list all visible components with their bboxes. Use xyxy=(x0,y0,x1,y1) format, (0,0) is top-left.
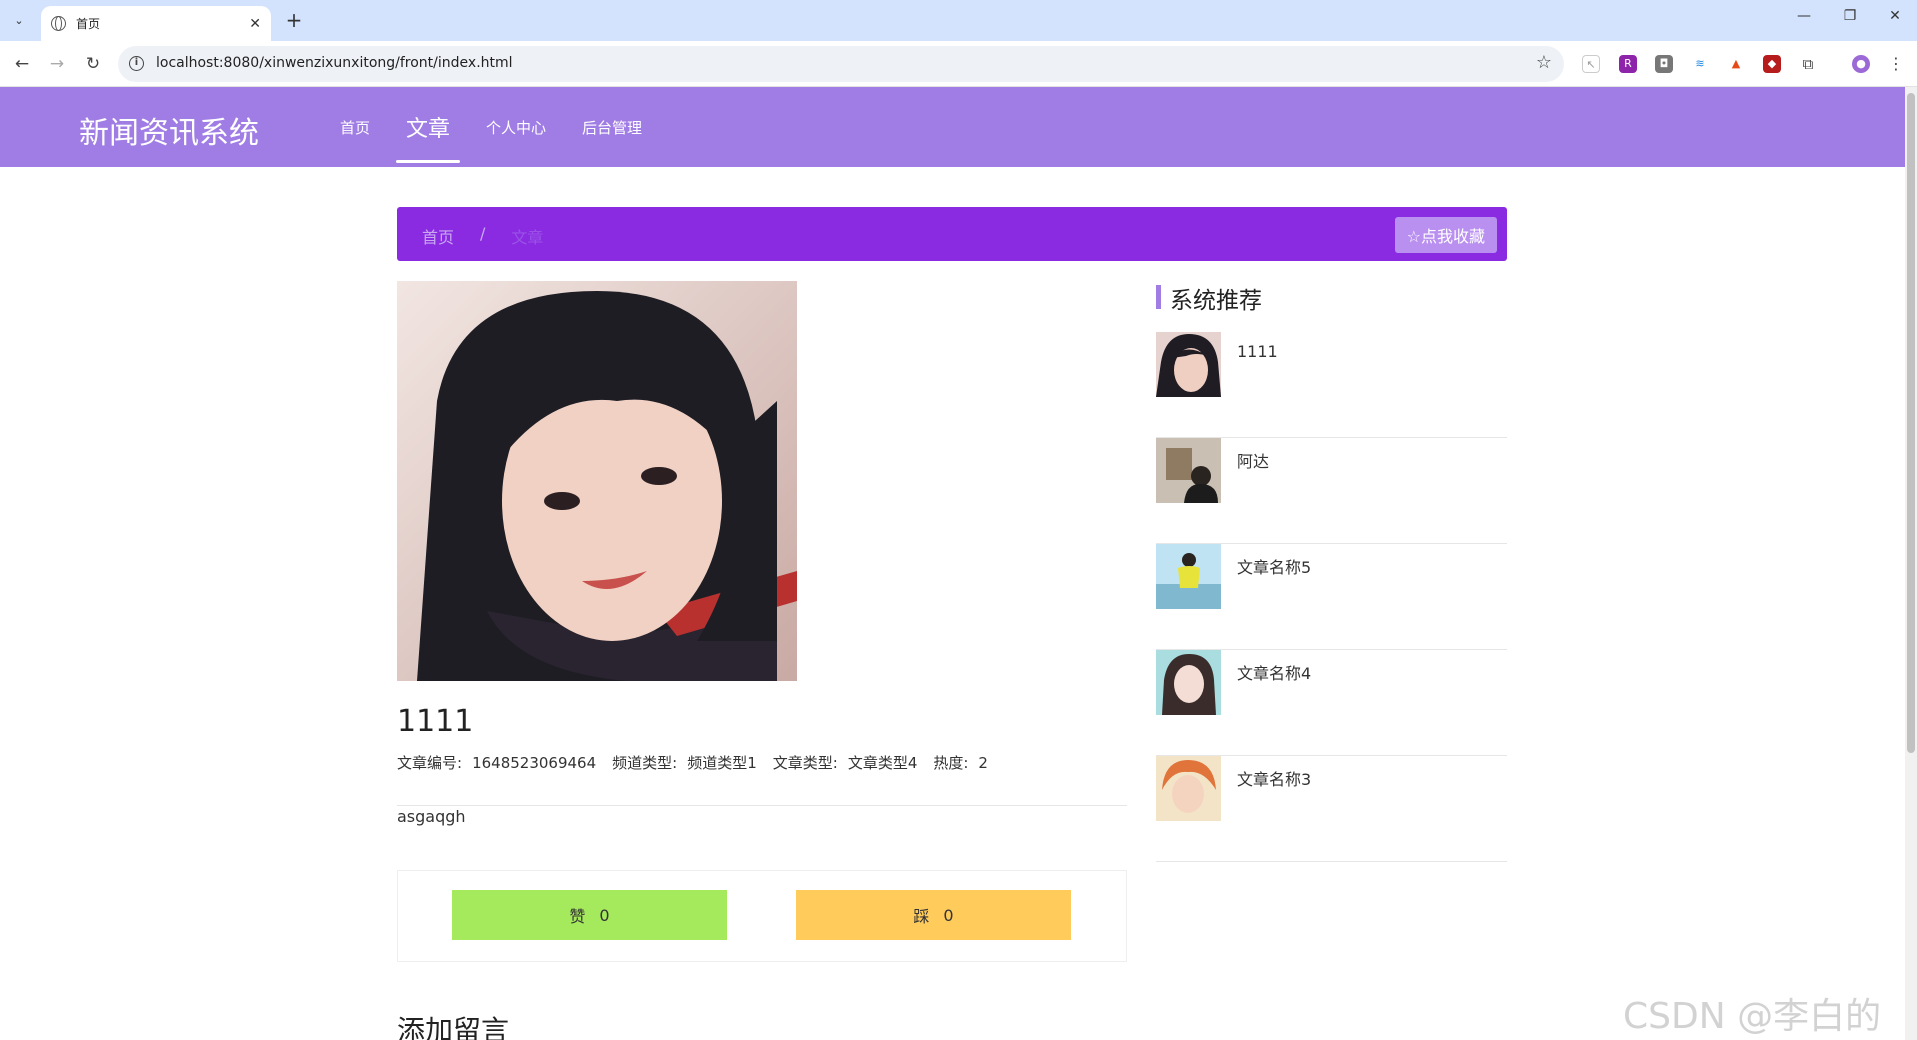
site-header: 新闻资讯系统 首页 文章 个人中心 后台管理 xyxy=(0,87,1905,167)
recommend-item[interactable]: 文章名称3 xyxy=(1156,756,1507,862)
nav-personal-center[interactable]: 个人中心 xyxy=(468,87,564,167)
article-title: 1111 xyxy=(397,704,474,739)
recommend-label[interactable]: 文章名称4 xyxy=(1237,660,1311,684)
page-scrollbar[interactable] xyxy=(1905,87,1917,1040)
extension-triangle-icon[interactable]: ▲ xyxy=(1727,55,1745,73)
breadcrumb-current: 文章 xyxy=(511,228,544,247)
dislike-label: 踩 xyxy=(913,907,930,926)
meta-value: 2 xyxy=(978,754,988,772)
meta-value: 1648523069464 xyxy=(472,754,597,772)
extensions-puzzle-icon[interactable]: ⧉ xyxy=(1799,55,1817,73)
article-content: asgaqgh xyxy=(397,807,466,826)
add-comment-heading: 添加留言 xyxy=(397,1014,510,1040)
recommend-label[interactable]: 阿达 xyxy=(1237,448,1269,472)
meta-popularity: 热度: 2 xyxy=(933,752,988,773)
site-nav: 首页 文章 个人中心 后台管理 xyxy=(322,87,660,167)
breadcrumb-bar: 首页 / 文章 ☆点我收藏 xyxy=(397,207,1507,261)
breadcrumb-separator: / xyxy=(480,224,486,243)
recommend-thumbnail[interactable] xyxy=(1156,332,1221,397)
breadcrumb: 首页 / 文章 xyxy=(422,224,543,248)
browser-tab-bar: ⌄ 首页 ✕ + — ❐ ✕ xyxy=(0,0,1917,41)
recommend-list: 1111 阿达 文章名称5 文章名称4 文章名称3 xyxy=(1156,332,1507,862)
dislike-count: 0 xyxy=(943,905,954,925)
recommend-title: 系统推荐 xyxy=(1156,281,1262,315)
reload-button[interactable]: ↻ xyxy=(81,52,105,76)
meta-label: 文章类型: xyxy=(772,754,838,772)
meta-channel-type: 频道类型: 频道类型1 xyxy=(612,752,757,773)
meta-label: 热度: xyxy=(933,754,969,772)
scrollbar-thumb[interactable] xyxy=(1907,93,1915,753)
meta-label: 频道类型: xyxy=(612,754,678,772)
url-text[interactable]: localhost:8080/xinwenzixunxitong/front/i… xyxy=(156,55,513,71)
recommend-thumbnail[interactable] xyxy=(1156,438,1221,503)
extension-cursor-icon[interactable]: ↖ xyxy=(1582,55,1600,73)
meta-label: 文章编号: xyxy=(397,754,463,772)
meta-value: 频道类型1 xyxy=(687,754,757,772)
vote-box: 赞 0 踩 0 xyxy=(397,870,1127,962)
recommend-label[interactable]: 文章名称3 xyxy=(1237,766,1311,790)
site-title: 新闻资讯系统 xyxy=(79,116,259,151)
favorite-button[interactable]: ☆点我收藏 xyxy=(1394,217,1497,253)
recommend-item[interactable]: 阿达 xyxy=(1156,438,1507,544)
extension-shield-icon[interactable]: ◆ xyxy=(1763,55,1781,73)
extension-rp-icon[interactable]: R xyxy=(1619,55,1637,73)
watermark: CSDN @李白的粉 xyxy=(1623,996,1882,1037)
nav-admin[interactable]: 后台管理 xyxy=(564,87,660,167)
minimize-button[interactable]: — xyxy=(1782,8,1826,24)
extension-incognito-icon[interactable]: ◘ xyxy=(1655,55,1673,73)
back-button[interactable]: ← xyxy=(10,52,34,76)
recommend-item[interactable]: 1111 xyxy=(1156,332,1507,438)
address-bar[interactable]: i localhost:8080/xinwenzixunxitong/front… xyxy=(118,46,1564,82)
globe-icon xyxy=(51,16,66,31)
close-window-button[interactable]: ✕ xyxy=(1873,8,1917,24)
like-button[interactable]: 赞 0 xyxy=(452,890,727,940)
like-label: 赞 xyxy=(569,907,586,926)
article-meta: 文章编号: 1648523069464 频道类型: 频道类型1 文章类型: 文章类型4… xyxy=(397,752,988,773)
bookmark-star-icon[interactable]: ☆ xyxy=(1536,52,1552,73)
meta-article-type: 文章类型: 文章类型4 xyxy=(773,752,918,773)
web-page: 新闻资讯系统 首页 文章 个人中心 后台管理 首页 / 文章 ☆点我收藏 111… xyxy=(0,87,1905,1040)
like-count: 0 xyxy=(599,905,610,925)
browser-tab[interactable]: 首页 ✕ xyxy=(41,6,271,41)
restore-button[interactable]: ❐ xyxy=(1828,8,1872,24)
recommend-label[interactable]: 1111 xyxy=(1237,342,1278,361)
recommend-thumbnail[interactable] xyxy=(1156,544,1221,609)
meta-value: 文章类型4 xyxy=(847,754,918,772)
recommend-thumbnail[interactable] xyxy=(1156,756,1221,821)
dislike-button[interactable]: 踩 0 xyxy=(796,890,1071,940)
nav-articles[interactable]: 文章 xyxy=(388,87,468,167)
article-cover-image xyxy=(397,281,797,681)
nav-home[interactable]: 首页 xyxy=(322,87,388,167)
forward-button[interactable]: → xyxy=(45,52,69,76)
browser-menu-icon[interactable]: ⋮ xyxy=(1887,55,1905,73)
content-divider xyxy=(397,805,1127,806)
profile-avatar[interactable]: ● xyxy=(1852,55,1870,73)
meta-article-id: 文章编号: 1648523069464 xyxy=(397,752,596,773)
new-tab-button[interactable]: + xyxy=(282,8,306,32)
site-info-icon[interactable]: i xyxy=(129,56,144,71)
address-toolbar: ← → ↻ i localhost:8080/xinwenzixunxitong… xyxy=(0,41,1917,87)
recommend-thumbnail[interactable] xyxy=(1156,650,1221,715)
extension-layers-icon[interactable]: ≋ xyxy=(1691,55,1709,73)
tab-search-button[interactable]: ⌄ xyxy=(7,8,31,32)
tab-title: 首页 xyxy=(76,17,101,31)
recommend-label[interactable]: 文章名称5 xyxy=(1237,554,1311,578)
recommend-item[interactable]: 文章名称5 xyxy=(1156,544,1507,650)
close-tab-icon[interactable]: ✕ xyxy=(249,16,261,32)
recommend-item[interactable]: 文章名称4 xyxy=(1156,650,1507,756)
breadcrumb-home[interactable]: 首页 xyxy=(422,224,454,248)
